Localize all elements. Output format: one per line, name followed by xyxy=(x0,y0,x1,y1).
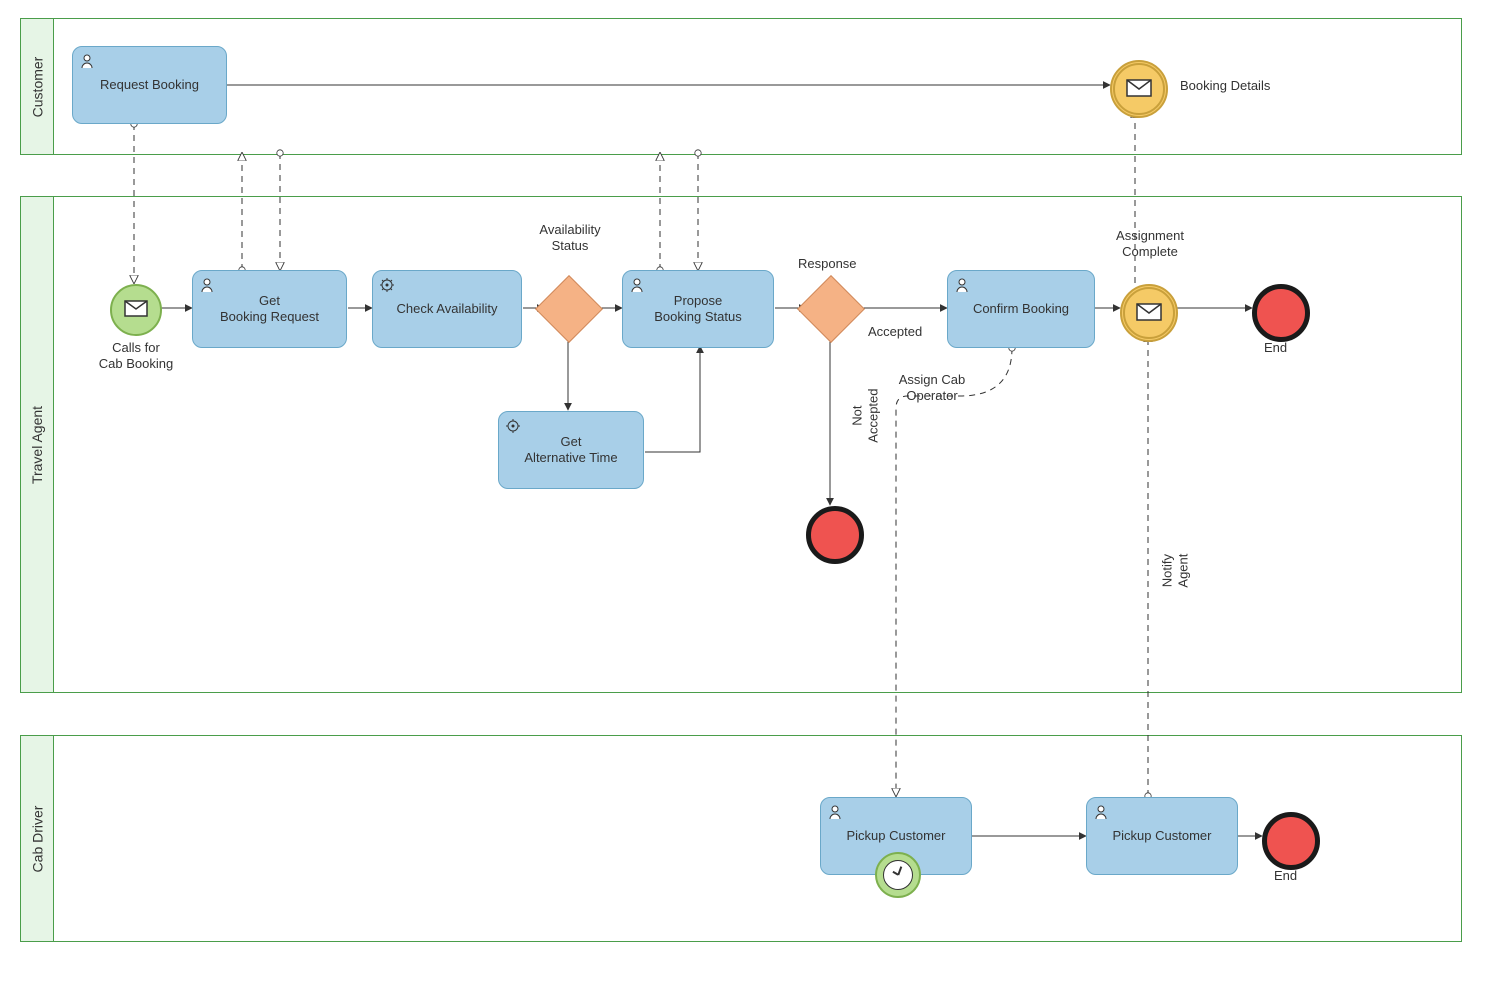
task-propose-booking-status: Propose Booking Status xyxy=(622,270,774,348)
task-label: Get Alternative Time xyxy=(524,434,617,465)
task-get-alternative-time: Get Alternative Time xyxy=(498,411,644,489)
lane-label-agent: Travel Agent xyxy=(21,197,54,692)
task-label: Request Booking xyxy=(100,77,199,93)
task-check-availability: Check Availability xyxy=(372,270,522,348)
user-icon xyxy=(954,277,970,297)
event-end-driver xyxy=(1262,812,1320,870)
task-label: Confirm Booking xyxy=(973,301,1069,317)
task-get-booking-request: Get Booking Request xyxy=(192,270,347,348)
task-pickup-customer-2: Pickup Customer xyxy=(1086,797,1238,875)
edge-label-assign-cab: Assign Cab Operator xyxy=(892,372,972,403)
edge-label-accepted: Accepted xyxy=(868,324,922,340)
lane-label-customer: Customer xyxy=(21,19,54,154)
gear-icon xyxy=(379,277,395,297)
event-booking-details xyxy=(1110,60,1168,118)
task-label: Pickup Customer xyxy=(847,828,946,844)
timer-icon xyxy=(875,852,921,898)
lane-text: Cab Driver xyxy=(29,805,45,872)
event-label: Booking Details xyxy=(1180,78,1270,94)
event-end-agent xyxy=(1252,284,1310,342)
task-label: Get Booking Request xyxy=(220,293,319,324)
lane-text: Customer xyxy=(29,56,45,117)
task-label: Pickup Customer xyxy=(1113,828,1212,844)
user-icon xyxy=(827,804,843,824)
event-end-not-accepted xyxy=(806,506,864,564)
lane-text: Travel Agent xyxy=(29,405,45,483)
gateway-label: Availability Status xyxy=(530,222,610,253)
user-icon xyxy=(199,277,215,297)
event-label: Calls for Cab Booking xyxy=(96,340,176,371)
task-label: Propose Booking Status xyxy=(654,293,741,324)
task-label: Check Availability xyxy=(397,301,498,317)
gear-icon xyxy=(505,418,521,438)
task-confirm-booking: Confirm Booking xyxy=(947,270,1095,348)
task-request-booking: Request Booking xyxy=(72,46,227,124)
envelope-icon xyxy=(1126,79,1152,100)
envelope-icon xyxy=(1136,303,1162,324)
user-icon xyxy=(1093,804,1109,824)
envelope-icon xyxy=(124,300,148,320)
event-assignment-complete xyxy=(1120,284,1178,342)
event-calls-for-cab xyxy=(110,284,162,336)
event-label: Assignment Complete xyxy=(1105,228,1195,259)
lane-label-driver: Cab Driver xyxy=(21,736,54,941)
user-icon xyxy=(79,53,95,73)
event-label: End xyxy=(1264,340,1287,356)
edge-label-not-accepted: Not Accepted xyxy=(849,371,880,461)
event-label: End xyxy=(1274,868,1297,884)
user-icon xyxy=(629,277,645,297)
bpmn-diagram: Customer Travel Agent Cab Driver xyxy=(0,0,1500,990)
pool-driver: Cab Driver xyxy=(20,735,1462,942)
edge-label-notify-agent: Notify Agent xyxy=(1159,526,1190,616)
gateway-label: Response xyxy=(798,256,857,272)
